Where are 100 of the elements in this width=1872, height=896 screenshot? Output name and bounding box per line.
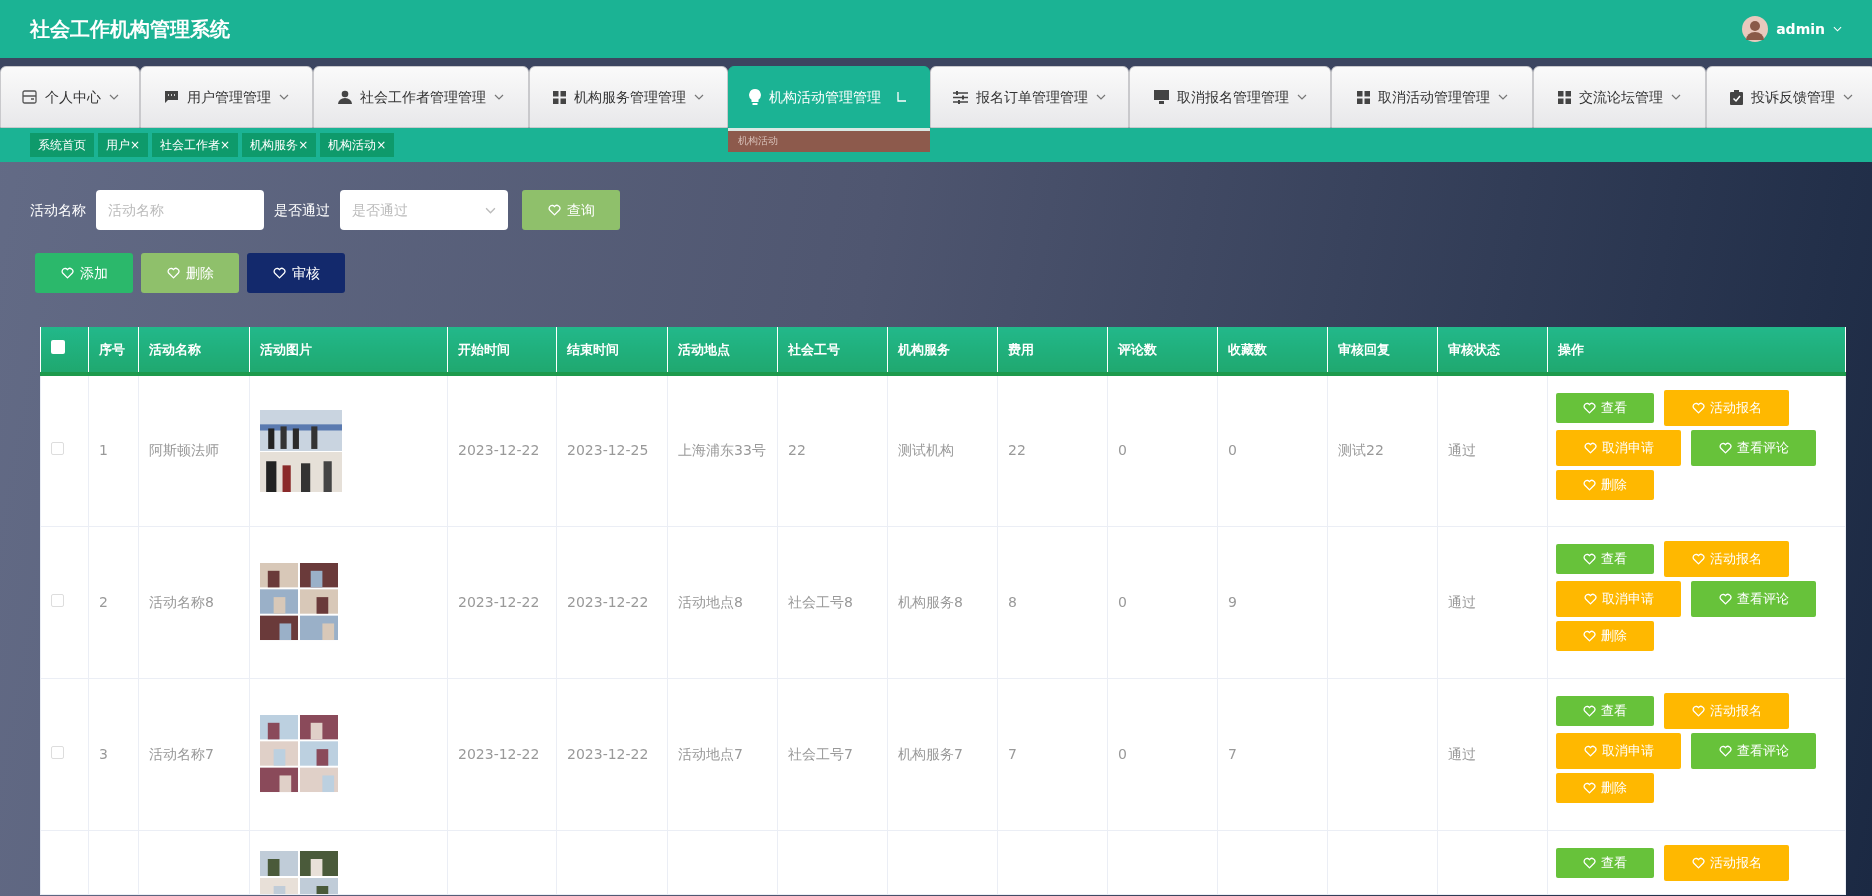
row-action-button[interactable]: 活动报名 — [1664, 692, 1789, 729]
heart-icon — [1583, 402, 1596, 414]
grid-icon — [1558, 90, 1571, 104]
row-action-button[interactable]: 查看 — [1556, 543, 1654, 574]
row-action-button[interactable]: 查看评论 — [1691, 732, 1816, 769]
table-cell: 活动名称8 — [149, 593, 214, 610]
table-cell: 3 — [99, 745, 108, 762]
person-icon — [338, 90, 352, 104]
nav-tab[interactable]: 机构服务管理管理 — [529, 66, 728, 128]
row-action-button[interactable]: 查看 — [1556, 393, 1654, 423]
heart-icon — [1691, 704, 1705, 717]
column-header: 活动地点 — [678, 341, 730, 357]
row-action-button[interactable]: 活动报名 — [1664, 844, 1789, 881]
table-cell: 2023-12-22 — [458, 593, 540, 610]
table-cell: 8 — [1008, 593, 1017, 610]
heart-icon — [1583, 479, 1596, 491]
row-action-button[interactable]: 查看 — [1556, 695, 1654, 726]
action-button[interactable]: 审核 — [247, 253, 345, 293]
search-field[interactable]: 活动名称 — [96, 190, 264, 230]
select-field[interactable]: 是否通过 — [340, 190, 508, 230]
grid-icon — [1356, 90, 1370, 104]
heart-icon — [1583, 592, 1597, 605]
table-cell: 阿斯顿法师 — [149, 442, 219, 459]
table-cell: 0 — [1228, 442, 1237, 459]
table-cell: 1 — [99, 442, 108, 459]
table-cell: 7 — [1008, 745, 1017, 762]
tab-tag[interactable]: 用户× — [98, 133, 149, 157]
nav-tab[interactable]: 报名订单管理管理 — [930, 66, 1129, 128]
row-action-button[interactable]: 活动报名 — [1664, 390, 1789, 426]
heart-icon — [1718, 592, 1732, 605]
row-action-button[interactable]: 删除 — [1556, 470, 1654, 500]
row-action-button[interactable]: 删除 — [1556, 772, 1654, 803]
table-cell: 活动地点8 — [678, 593, 743, 610]
caret-icon — [108, 94, 119, 100]
nav-tab[interactable]: 取消报名管理管理 — [1129, 66, 1331, 128]
column-header: 操作 — [1558, 341, 1584, 357]
table-cell: 22 — [788, 442, 806, 459]
heart-icon — [1691, 856, 1705, 869]
heart-icon — [272, 267, 286, 279]
row-checkbox[interactable] — [51, 745, 64, 759]
tab-tag[interactable]: 机构活动× — [320, 133, 395, 157]
table-cell: 2023-12-22 — [567, 745, 649, 762]
tab-tag[interactable]: 社会工作者× — [152, 133, 239, 157]
column-header: 结束时间 — [567, 341, 619, 357]
caret-icon — [1833, 26, 1842, 32]
caret-icon — [279, 94, 289, 100]
row-action-button[interactable]: 活动报名 — [1664, 540, 1789, 577]
user-name[interactable]: admin — [1776, 18, 1825, 40]
column-header: 机构服务 — [898, 341, 950, 357]
column-header: 社会工号 — [788, 341, 840, 357]
table-cell: 活动名称7 — [149, 745, 214, 762]
heart-icon — [1691, 402, 1705, 414]
column-header: 审核回复 — [1338, 341, 1390, 357]
action-button[interactable]: 添加 — [35, 253, 133, 293]
heart-icon — [1583, 629, 1596, 642]
table-cell: 通过 — [1448, 745, 1476, 762]
row-action-button[interactable]: 查看 — [1556, 847, 1654, 878]
table-cell: 机构服务8 — [898, 593, 963, 610]
tab-tag[interactable]: 系统首页 — [30, 133, 94, 157]
table-cell: 通过 — [1448, 593, 1476, 610]
chat-icon — [164, 90, 179, 104]
nav-tab[interactable]: 社会工作者管理管理 — [313, 66, 529, 128]
tab-tag[interactable]: 机构服务× — [242, 133, 317, 157]
table-cell: 22 — [1008, 442, 1026, 459]
column-header: 序号 — [99, 341, 125, 357]
column-header: 活动图片 — [260, 341, 312, 357]
row-checkbox[interactable] — [51, 593, 64, 607]
caret-icon — [694, 94, 704, 100]
select-all-checkbox[interactable] — [50, 339, 65, 354]
row-checkbox[interactable] — [51, 442, 64, 456]
nav-tab[interactable]: 取消活动管理管理 — [1331, 66, 1533, 128]
nav-tab[interactable]: 用户管理管理 — [140, 66, 313, 128]
nav-tab[interactable]: 个人中心 — [0, 66, 140, 128]
nav-tab[interactable]: 机构活动管理管理 — [728, 66, 930, 128]
row-action-button[interactable]: 删除 — [1556, 620, 1654, 651]
table-cell: 社会工号7 — [788, 745, 853, 762]
grid-icon — [553, 90, 566, 104]
avatar-icon[interactable] — [1742, 16, 1769, 42]
table-cell: 0 — [1118, 593, 1127, 610]
nav-tab[interactable]: 交流论坛管理 — [1533, 66, 1706, 128]
row-action-button[interactable]: 取消申请 — [1556, 732, 1681, 769]
caret-icon — [1842, 94, 1853, 100]
table-cell: 通过 — [1448, 442, 1476, 459]
action-button[interactable]: 删除 — [141, 253, 239, 293]
table-cell: 2023-12-22 — [458, 745, 540, 762]
row-action-button[interactable]: 查看评论 — [1691, 430, 1816, 466]
menu-item[interactable]: 机构活动 — [738, 131, 930, 151]
table-cell: 2 — [99, 593, 108, 610]
column-header: 审核状态 — [1448, 341, 1500, 357]
heart-icon — [1583, 744, 1597, 757]
row-action-button[interactable]: 查看评论 — [1691, 580, 1816, 617]
nav-tab[interactable]: 投诉反馈管理 — [1706, 66, 1872, 128]
heart-icon — [1718, 744, 1732, 757]
row-action-button[interactable]: 取消申请 — [1556, 430, 1681, 466]
heart-icon — [60, 267, 74, 279]
caret-icon — [1671, 94, 1681, 100]
search-button[interactable]: 查询 — [522, 190, 620, 230]
heart-icon — [1718, 442, 1732, 454]
caret-icon — [494, 94, 504, 100]
row-action-button[interactable]: 取消申请 — [1556, 580, 1681, 617]
